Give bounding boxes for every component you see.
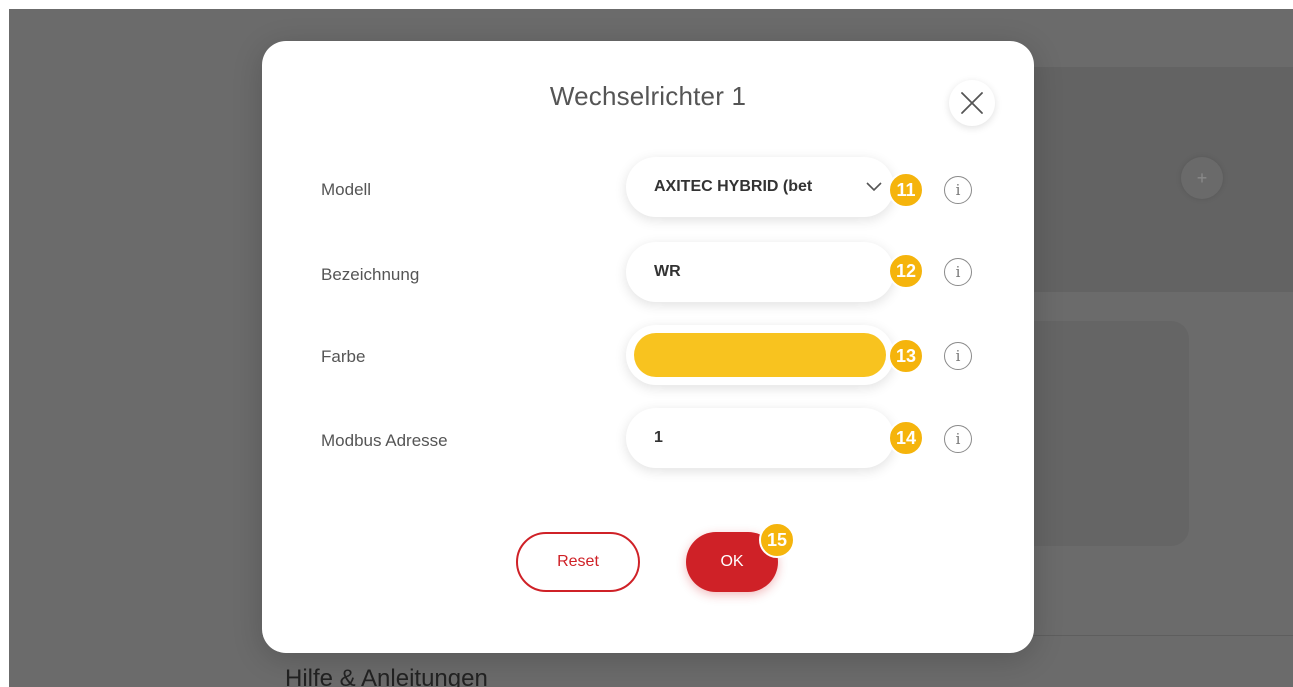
inverter-dialog: Wechselrichter 1 Modell AXITEC HYBRID (b… (262, 41, 1034, 653)
color-picker[interactable] (626, 325, 894, 385)
step-badge: 13 (888, 338, 924, 374)
background-add-button: + (1181, 157, 1223, 199)
background-card (1014, 67, 1293, 292)
info-icon[interactable]: i (944, 342, 972, 370)
left-edge (0, 0, 9, 687)
dialog-title: Wechselrichter 1 (549, 81, 747, 111)
close-icon (961, 92, 983, 114)
step-badge: 11 (888, 172, 924, 208)
name-label: Bezeichnung (321, 265, 420, 284)
step-badge: 14 (888, 420, 924, 456)
step-badge: 15 (759, 522, 795, 558)
color-swatch (634, 333, 886, 377)
model-select-value: AXITEC HYBRID (bet (654, 178, 813, 195)
screen: + Hilfe & Anleitungen Wechselrichter 1 M… (0, 0, 1293, 687)
color-label: Farbe (321, 347, 366, 366)
close-button[interactable] (949, 80, 995, 126)
chevron-down-icon (866, 182, 882, 192)
model-select[interactable]: AXITEC HYBRID (bet (626, 157, 894, 217)
reset-button[interactable]: Reset (516, 532, 640, 592)
background-section-heading: Hilfe & Anleitungen (285, 665, 488, 687)
name-input[interactable]: WR (626, 242, 894, 302)
modbus-address-value: 1 (654, 429, 663, 446)
step-badge: 12 (888, 253, 924, 289)
modbus-address-input[interactable]: 1 (626, 408, 894, 468)
modbus-label: Modbus Adresse (321, 431, 448, 450)
info-icon[interactable]: i (944, 176, 972, 204)
model-label: Modell (321, 180, 372, 199)
info-icon[interactable]: i (944, 258, 972, 286)
name-input-value: WR (654, 263, 681, 280)
info-icon[interactable]: i (944, 425, 972, 453)
